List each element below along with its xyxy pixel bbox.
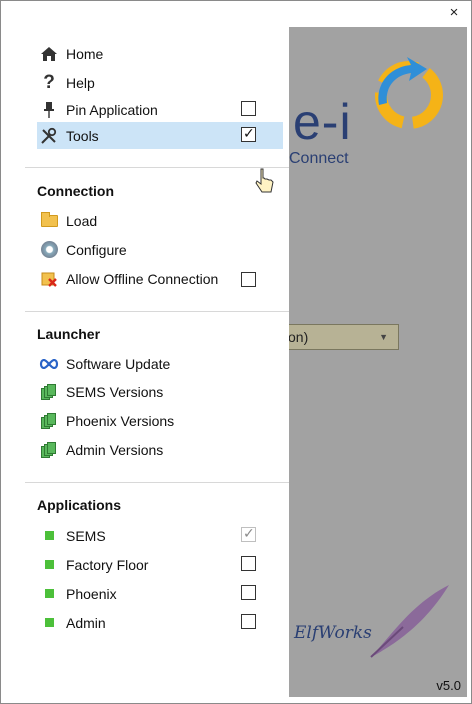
menu-item-label: SEMS Versions	[66, 383, 164, 400]
versions-icon	[39, 411, 59, 431]
section-header-applications: Applications	[37, 497, 122, 513]
pin-icon	[39, 100, 59, 120]
quill-icon	[370, 585, 449, 658]
admin-checkbox[interactable]	[241, 614, 256, 629]
background-select-value: on)	[289, 329, 309, 345]
menu-item-label: Configure	[66, 241, 127, 258]
green-square-icon	[39, 584, 59, 604]
divider	[25, 482, 289, 483]
folder-open-icon	[39, 211, 59, 231]
menu-item-label: Allow Offline Connection	[66, 270, 219, 287]
menu-item-sems-versions[interactable]: SEMS Versions	[37, 378, 281, 405]
menu-item-configure[interactable]: Configure	[37, 236, 281, 263]
menu-item-factory-floor[interactable]: Factory Floor	[37, 551, 281, 578]
menu-item-label: SEMS	[66, 527, 106, 544]
offline-icon	[39, 269, 59, 289]
tools-checkbox[interactable]	[241, 125, 256, 142]
factory-floor-checkbox[interactable]	[241, 556, 256, 571]
menu-item-phoenix-versions[interactable]: Phoenix Versions	[37, 407, 281, 434]
menu-item-label: Phoenix	[66, 585, 117, 602]
menu-item-pin-application[interactable]: Pin Application	[37, 96, 281, 123]
green-square-icon	[39, 613, 59, 633]
mouse-cursor-icon	[255, 168, 274, 193]
menu-item-sems[interactable]: SEMS	[37, 522, 281, 549]
menu-item-phoenix[interactable]: Phoenix	[37, 580, 281, 607]
signature-text: y ElfWorks	[289, 623, 372, 643]
menu-item-allow-offline-connection[interactable]: Allow Offline Connection	[37, 265, 281, 292]
menu-item-home[interactable]: Home	[37, 40, 281, 67]
app-subtitle: Connect	[289, 150, 349, 167]
pin-application-checkbox[interactable]	[241, 101, 256, 116]
tools-icon	[39, 126, 59, 146]
help-icon: ?	[43, 71, 55, 93]
menu-item-help[interactable]: ? Help	[37, 69, 281, 96]
allow-offline-connection-checkbox[interactable]	[241, 272, 256, 287]
green-square-icon	[39, 555, 59, 575]
sems-checkbox[interactable]	[241, 525, 256, 542]
menu-item-tools[interactable]: Tools	[37, 122, 283, 149]
menu-item-label: Software Update	[66, 355, 171, 372]
menu-item-software-update[interactable]: Software Update	[37, 350, 281, 377]
background-app-panel: e-i Connect on) ▼ y ElfWorks	[289, 27, 467, 697]
versions-icon	[39, 382, 59, 402]
menu-item-load[interactable]: Load	[37, 207, 281, 234]
menu-item-label: Home	[66, 45, 104, 62]
menu-item-label: Load	[66, 212, 98, 229]
background-select: on) ▼	[289, 324, 399, 350]
divider	[25, 311, 289, 312]
app-title: e-i	[293, 94, 352, 150]
menu-item-label: Admin Versions	[66, 441, 164, 458]
green-square-icon	[39, 526, 59, 546]
menu-item-admin[interactable]: Admin	[37, 609, 281, 636]
menu-item-label: Pin Application	[66, 101, 158, 118]
menu-item-label: Admin	[66, 614, 106, 631]
menu-item-label: Phoenix Versions	[66, 412, 175, 429]
menu-item-label: Factory Floor	[66, 556, 149, 573]
section-header-launcher: Launcher	[37, 326, 101, 342]
app-logo-icon	[375, 57, 443, 129]
infinity-icon	[39, 354, 59, 374]
home-icon	[39, 44, 59, 64]
phoenix-checkbox[interactable]	[241, 585, 256, 600]
configure-icon	[39, 240, 59, 260]
divider	[25, 167, 289, 168]
version-label: v5.0	[436, 678, 461, 693]
main-window: × e-i Connect on) ▼ y ElfWorks v5.0 Home…	[0, 0, 472, 704]
menu-item-admin-versions[interactable]: Admin Versions	[37, 436, 281, 463]
close-icon[interactable]: ×	[445, 4, 463, 22]
section-header-connection: Connection	[37, 183, 114, 199]
menu-item-label: Tools	[66, 127, 99, 144]
versions-icon	[39, 440, 59, 460]
dropdown-arrow-icon: ▼	[379, 332, 388, 342]
menu-item-label: Help	[66, 74, 95, 91]
